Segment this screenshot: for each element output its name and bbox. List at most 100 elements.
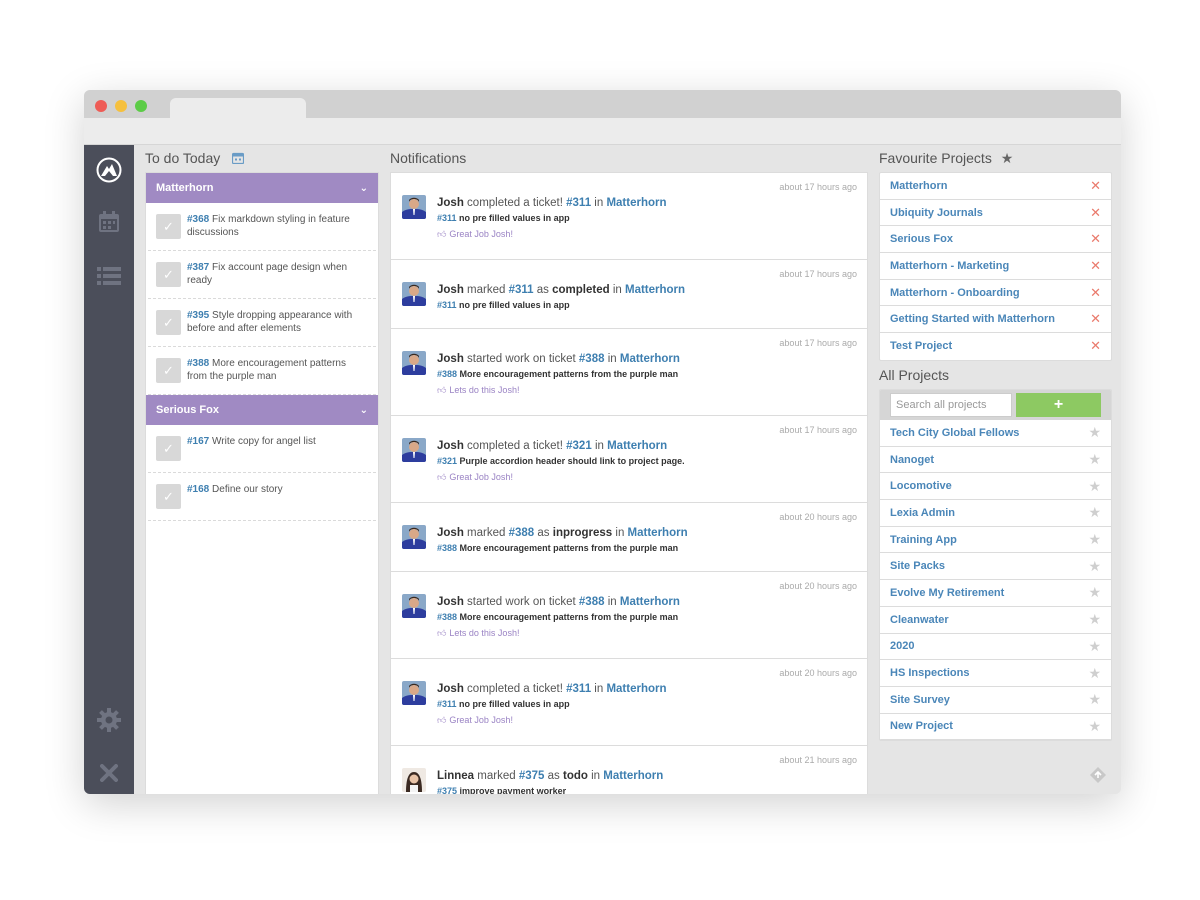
- remove-icon[interactable]: ✕: [1090, 231, 1101, 247]
- project-name[interactable]: HS Inspections: [890, 667, 969, 679]
- project-link[interactable]: Matterhorn: [625, 284, 685, 296]
- project-link[interactable]: Matterhorn: [620, 596, 680, 608]
- project-name[interactable]: Evolve My Retirement: [890, 587, 1004, 599]
- user-name[interactable]: Josh: [437, 596, 464, 608]
- ticket-number-link[interactable]: #311: [437, 699, 457, 709]
- project-row[interactable]: Evolve My Retirement ★: [880, 580, 1111, 607]
- project-name[interactable]: Serious Fox: [890, 233, 953, 245]
- ticket-number-link[interactable]: #375: [437, 786, 457, 794]
- favourite-project-row[interactable]: Serious Fox ✕: [880, 226, 1111, 254]
- remove-icon[interactable]: ✕: [1090, 258, 1101, 274]
- project-link[interactable]: Matterhorn: [606, 683, 666, 695]
- minimize-window-button[interactable]: [115, 100, 127, 112]
- project-row[interactable]: Tech City Global Fellows ★: [880, 420, 1111, 447]
- ticket-link[interactable]: #388: [579, 353, 605, 365]
- favourite-project-row[interactable]: Getting Started with Matterhorn ✕: [880, 306, 1111, 334]
- ticket-number-link[interactable]: #388: [437, 612, 457, 622]
- ticket-link[interactable]: #311: [509, 284, 534, 296]
- remove-icon[interactable]: ✕: [1090, 178, 1101, 194]
- project-name[interactable]: 2020: [890, 640, 914, 652]
- star-icon[interactable]: ★: [1088, 558, 1101, 575]
- project-row[interactable]: Locomotive ★: [880, 473, 1111, 501]
- close-icon[interactable]: [84, 758, 134, 788]
- chevron-down-icon[interactable]: ⌄: [360, 405, 368, 416]
- remove-icon[interactable]: ✕: [1090, 338, 1101, 354]
- avatar[interactable]: [402, 195, 426, 219]
- project-name[interactable]: Nanoget: [890, 454, 934, 466]
- avatar[interactable]: [402, 525, 426, 549]
- ticket-number-link[interactable]: #388: [187, 358, 209, 369]
- star-icon[interactable]: ★: [1088, 424, 1101, 441]
- project-row[interactable]: New Project ★: [880, 714, 1111, 741]
- project-name[interactable]: Getting Started with Matterhorn: [890, 313, 1055, 325]
- kudos-link[interactable]: 👍︎ Great Job Josh!: [437, 471, 685, 483]
- favourite-project-row[interactable]: Matterhorn ✕: [880, 173, 1111, 200]
- ticket-link[interactable]: #321: [566, 440, 592, 452]
- gear-icon[interactable]: [84, 705, 134, 735]
- project-row[interactable]: Site Survey ★: [880, 687, 1111, 714]
- user-name[interactable]: Josh: [437, 683, 464, 695]
- project-group-header[interactable]: Matterhorn ⌄: [146, 173, 378, 203]
- project-row[interactable]: Training App ★: [880, 527, 1111, 554]
- project-link[interactable]: Matterhorn: [628, 527, 688, 539]
- project-name[interactable]: Tech City Global Fellows: [890, 427, 1019, 439]
- checkbox[interactable]: ✓: [156, 262, 181, 287]
- project-row[interactable]: 2020 ★: [880, 634, 1111, 661]
- kudos-link[interactable]: 👍︎ Lets do this Josh!: [437, 627, 680, 639]
- star-icon[interactable]: ★: [1088, 584, 1101, 601]
- feedback-icon[interactable]: [1089, 766, 1107, 789]
- project-name[interactable]: Lexia Admin: [890, 507, 955, 519]
- remove-icon[interactable]: ✕: [1090, 285, 1101, 301]
- project-link[interactable]: Matterhorn: [603, 770, 663, 782]
- project-name[interactable]: Ubiquity Journals: [890, 207, 983, 219]
- user-name[interactable]: Josh: [437, 197, 464, 209]
- project-row[interactable]: Site Packs ★: [880, 553, 1111, 581]
- star-icon[interactable]: ★: [1088, 691, 1101, 708]
- user-name[interactable]: Josh: [437, 353, 464, 365]
- user-name[interactable]: Josh: [437, 284, 464, 296]
- ticket-number-link[interactable]: #388: [437, 369, 457, 379]
- checkbox[interactable]: ✓: [156, 310, 181, 335]
- list-icon[interactable]: [84, 261, 134, 291]
- star-icon[interactable]: ★: [1088, 611, 1101, 628]
- project-row[interactable]: Nanoget ★: [880, 447, 1111, 474]
- kudos-link[interactable]: 👍︎ Lets do this Josh!: [437, 384, 680, 396]
- avatar[interactable]: [402, 768, 426, 792]
- project-name[interactable]: Matterhorn - Onboarding: [890, 287, 1020, 299]
- avatar[interactable]: [402, 438, 426, 462]
- avatar[interactable]: [402, 351, 426, 375]
- favourite-project-row[interactable]: Ubiquity Journals ✕: [880, 200, 1111, 227]
- project-group-header[interactable]: Serious Fox ⌄: [146, 395, 378, 425]
- project-name[interactable]: Training App: [890, 534, 957, 546]
- project-row[interactable]: Cleanwater ★: [880, 607, 1111, 634]
- star-icon[interactable]: ★: [1088, 531, 1101, 548]
- checkbox[interactable]: ✓: [156, 358, 181, 383]
- project-name[interactable]: Locomotive: [890, 480, 952, 492]
- ticket-number-link[interactable]: #321: [437, 456, 457, 466]
- project-name[interactable]: Test Project: [890, 340, 952, 352]
- kudos-link[interactable]: 👍︎ Great Job Josh!: [437, 714, 667, 726]
- ticket-number-link[interactable]: #388: [437, 543, 457, 553]
- star-icon[interactable]: ★: [1088, 504, 1101, 521]
- star-icon[interactable]: ★: [1088, 718, 1101, 735]
- browser-tab[interactable]: [170, 98, 306, 118]
- ticket-number-link[interactable]: #168: [187, 484, 209, 495]
- remove-icon[interactable]: ✕: [1090, 205, 1101, 221]
- remove-icon[interactable]: ✕: [1090, 311, 1101, 327]
- calendar-small-icon[interactable]: [232, 151, 245, 167]
- ticket-link[interactable]: #311: [566, 683, 591, 695]
- project-name[interactable]: New Project: [890, 720, 953, 732]
- checkbox[interactable]: ✓: [156, 436, 181, 461]
- favourite-project-row[interactable]: Matterhorn - Marketing ✕: [880, 253, 1111, 280]
- project-link[interactable]: Matterhorn: [607, 440, 667, 452]
- star-icon[interactable]: ★: [1088, 451, 1101, 468]
- add-project-button[interactable]: +: [1016, 393, 1101, 417]
- ticket-number-link[interactable]: #387: [187, 262, 209, 273]
- maximize-window-button[interactable]: [135, 100, 147, 112]
- ticket-link[interactable]: #388: [509, 527, 535, 539]
- ticket-link[interactable]: #388: [579, 596, 605, 608]
- project-link[interactable]: Matterhorn: [620, 353, 680, 365]
- ticket-number-link[interactable]: #395: [187, 310, 209, 321]
- star-icon[interactable]: ★: [1088, 478, 1101, 495]
- star-icon[interactable]: ★: [1088, 638, 1101, 655]
